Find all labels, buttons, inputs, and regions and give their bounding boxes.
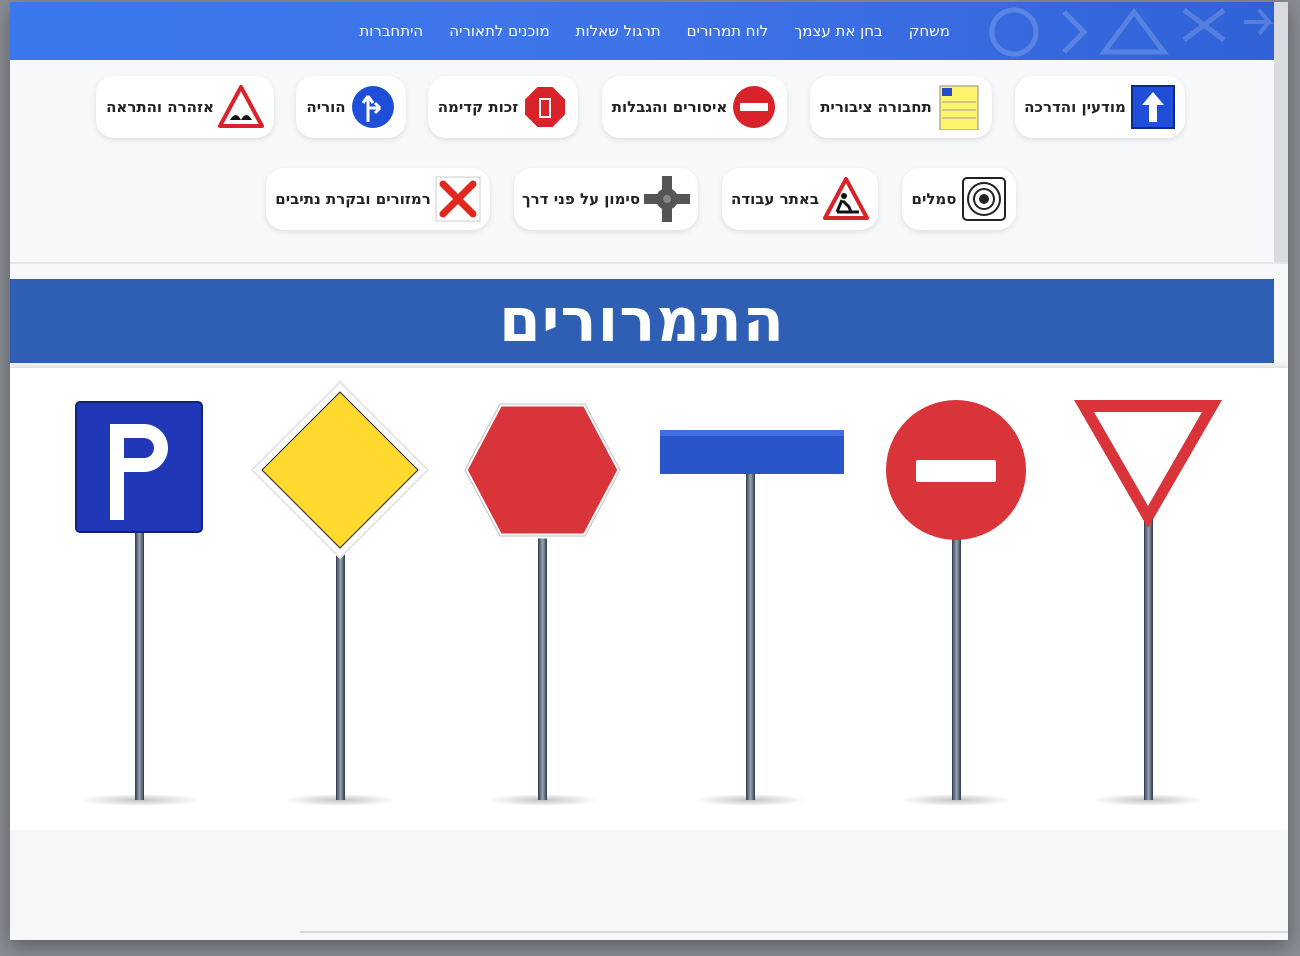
- category-warning[interactable]: אזהרה והתראה: [96, 76, 274, 138]
- top-navigation-bar: משחק בחן את עצמך לוח תמרורים תרגול שאלות…: [10, 2, 1274, 60]
- roadwork-sign-icon: [823, 177, 869, 220]
- footer-divider: [300, 931, 1288, 933]
- category-public-transport[interactable]: תחבורה ציבורית: [810, 76, 992, 138]
- nav-link-signs-board[interactable]: לוח תמרורים: [687, 22, 769, 40]
- no-entry-sign-icon: [886, 400, 1026, 806]
- parking-sign-icon: [75, 401, 203, 806]
- category-label: מודעין והדרכה: [1024, 98, 1126, 116]
- page-title-banner: התמרורים: [10, 279, 1274, 363]
- category-label: הוריה: [306, 98, 346, 116]
- direction-sign-icon: [351, 86, 394, 128]
- nav-link-theory-ready[interactable]: מוכנים לתאוריה: [449, 22, 549, 40]
- arrow-up-sign-icon: [1130, 85, 1175, 129]
- category-label: סימון על פני דרך: [521, 190, 641, 208]
- category-symbols[interactable]: סמלים: [902, 168, 1016, 230]
- category-guidance[interactable]: מודעין והדרכה: [1015, 76, 1185, 138]
- category-label: באתר עבודה: [731, 190, 819, 208]
- category-road-markings[interactable]: סימון על פני דרך: [514, 168, 698, 230]
- category-roadworks[interactable]: באתר עבודה: [722, 168, 878, 230]
- bus-stop-sign-icon: [939, 85, 979, 130]
- nav-link-self-test[interactable]: בחן את עצמך: [794, 22, 883, 40]
- hero-signs-image: [10, 368, 1288, 830]
- red-x-lane-icon: [435, 176, 481, 222]
- category-restrictions[interactable]: איסורים והגבלות: [602, 76, 787, 138]
- category-label: זכות קדימה: [437, 98, 519, 116]
- category-directions[interactable]: הוריה: [296, 76, 406, 138]
- target-symbol-icon: [961, 177, 1006, 221]
- warning-triangle-icon: [217, 85, 264, 128]
- page-title: התמרורים: [499, 286, 785, 356]
- no-entry-sign-icon: [733, 86, 776, 128]
- category-right-of-way[interactable]: זכות קדימה: [428, 76, 578, 138]
- stop-octagon-sign-icon: [462, 401, 623, 806]
- blank-blue-sign-icon: [660, 430, 844, 806]
- category-label: אזהרה והתראה: [106, 98, 214, 116]
- road-signs-illustration: [75, 380, 1222, 806]
- nav-decoration-icon: [989, 7, 1274, 57]
- content-footer-area: [10, 830, 1288, 940]
- roundabout-marking-icon: [644, 176, 691, 222]
- category-label: סמלים: [911, 190, 957, 208]
- category-section: מודעין והדרכה תחבורה ציבורית איסורים והג…: [10, 60, 1274, 262]
- nav-links: משחק בחן את עצמך לוח תמרורים תרגול שאלות…: [359, 2, 950, 60]
- yield-sign-icon: [1074, 400, 1222, 806]
- section-divider: [10, 262, 1288, 264]
- scrollbar[interactable]: [1274, 2, 1288, 264]
- stop-sign-icon: [523, 85, 568, 129]
- nav-link-game[interactable]: משחק: [909, 22, 950, 40]
- browser-page: משחק בחן את עצמך לוח תמרורים תרגול שאלות…: [10, 2, 1288, 940]
- category-traffic-lights[interactable]: רמזורים ובקרת נתיבים: [266, 168, 490, 230]
- category-label: תחבורה ציבורית: [820, 98, 932, 116]
- nav-link-practice-questions[interactable]: תרגול שאלות: [576, 22, 661, 40]
- category-label: איסורים והגבלות: [611, 98, 728, 116]
- priority-road-sign-icon: [250, 380, 430, 806]
- nav-link-login[interactable]: היתחברות: [359, 22, 423, 40]
- category-label: רמזורים ובקרת נתיבים: [275, 190, 431, 208]
